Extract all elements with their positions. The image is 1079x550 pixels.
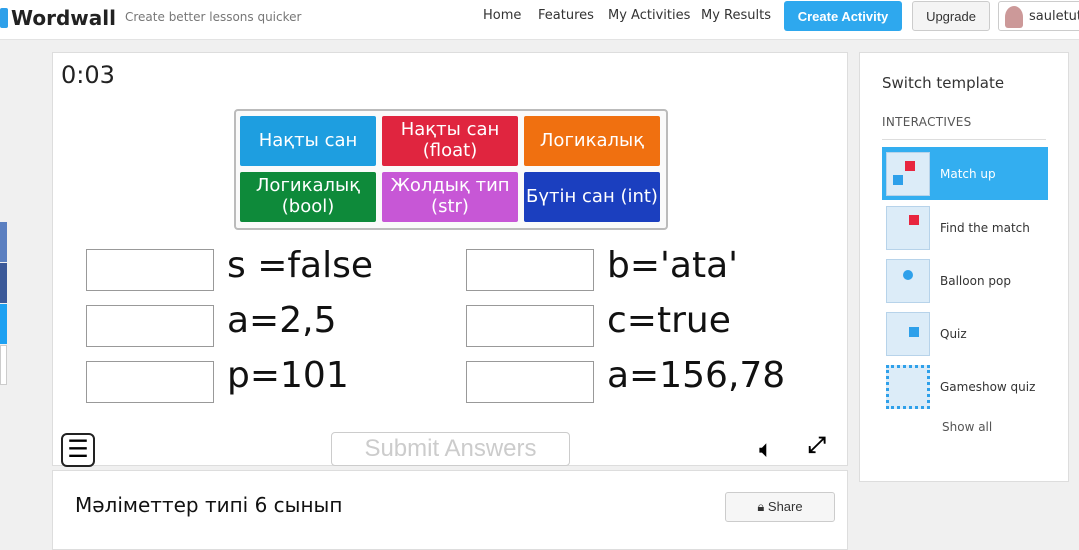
quiz-thumbnail (886, 311, 930, 356)
drop-slot[interactable] (86, 361, 214, 403)
create-activity-button[interactable]: Create Activity (784, 1, 902, 31)
answer-tile[interactable]: Бүтін сан (int) (524, 172, 660, 222)
submit-answers-button[interactable]: Submit Answers (331, 432, 570, 466)
side-share-button[interactable] (0, 263, 7, 303)
template-label: Quiz (940, 326, 967, 341)
share-label: Share (767, 499, 803, 514)
template-match-up[interactable]: Match up (882, 147, 1048, 200)
side-share-button[interactable] (0, 345, 7, 385)
item-label: b='ata' (607, 245, 739, 286)
upgrade-button[interactable]: Upgrade (912, 1, 990, 31)
template-label: Find the match (940, 220, 1030, 235)
nav-my-activities[interactable]: My Activities (608, 8, 690, 23)
logo-icon (0, 8, 8, 28)
answer-tile[interactable]: Нақты сан (240, 116, 376, 166)
drop-slot[interactable] (86, 305, 214, 347)
side-share-button[interactable] (0, 304, 7, 344)
nav-home[interactable]: Home (483, 8, 521, 23)
match-up-thumbnail (886, 151, 930, 196)
template-find-the-match[interactable]: Find the match (882, 201, 1048, 254)
share-button[interactable]: 🔒︎ Share (725, 492, 835, 522)
panel-title: Switch template (882, 74, 1005, 92)
sound-icon[interactable]: 🔈︎ (759, 435, 773, 463)
avatar (1005, 6, 1023, 28)
tagline: Create better lessons quicker (125, 10, 302, 24)
template-label: Gameshow quiz (940, 379, 1036, 394)
item-label: s =false (227, 245, 374, 286)
balloon-pop-thumbnail (886, 258, 930, 303)
nav-features[interactable]: Features (538, 8, 594, 23)
drop-slot[interactable] (466, 305, 594, 347)
nav-my-results[interactable]: My Results (701, 8, 771, 23)
activity-info: Мәліметтер типі 6 сынып 🔒︎ Share (52, 470, 848, 550)
show-all-link[interactable]: Show all (942, 420, 992, 434)
answer-bank: Нақты сан Нақты сан (float) Логикалық Ло… (234, 109, 668, 230)
answer-tile[interactable]: Жолдық тип (str) (382, 172, 518, 222)
timer: 0:03 (61, 61, 115, 89)
side-share-button[interactable] (0, 222, 7, 262)
top-bar: Wordwall Create better lessons quicker H… (0, 0, 1079, 40)
answer-tile[interactable]: Логикалық (524, 116, 660, 166)
switch-template-panel: Switch template INTERACTIVES Match up Fi… (859, 52, 1069, 482)
item-label: a=156,78 (607, 355, 786, 396)
logo-text: Wordwall (11, 6, 116, 30)
section-heading: INTERACTIVES (882, 115, 972, 129)
answer-tile[interactable]: Логикалық (bool) (240, 172, 376, 222)
drop-slot[interactable] (466, 361, 594, 403)
activity-title: Мәліметтер типі 6 сынып (75, 493, 343, 517)
item-label: p=101 (227, 355, 349, 396)
fullscreen-icon[interactable]: ⤢ (808, 433, 826, 458)
item-label: c=true (607, 300, 731, 341)
lock-icon: 🔒︎ (757, 499, 768, 514)
game-area: 0:03 Нақты сан Нақты сан (float) Логикал… (52, 52, 848, 467)
wordwall-logo[interactable]: Wordwall (0, 6, 116, 30)
answer-tile[interactable]: Нақты сан (float) (382, 116, 518, 166)
user-menu[interactable]: sauletut (998, 1, 1079, 31)
template-gameshow-quiz[interactable]: Gameshow quiz (882, 360, 1048, 413)
menu-icon[interactable]: ☰ (61, 433, 95, 467)
find-the-match-thumbnail (886, 205, 930, 250)
gameshow-quiz-thumbnail (886, 364, 930, 409)
template-quiz[interactable]: Quiz (882, 307, 1048, 360)
template-label: Balloon pop (940, 273, 1011, 288)
drop-slot[interactable] (466, 249, 594, 291)
template-balloon-pop[interactable]: Balloon pop (882, 254, 1048, 307)
username: sauletut (1029, 9, 1079, 24)
item-label: a=2,5 (227, 300, 337, 341)
template-label: Match up (940, 166, 996, 181)
drop-slot[interactable] (86, 249, 214, 291)
divider (882, 139, 1046, 140)
